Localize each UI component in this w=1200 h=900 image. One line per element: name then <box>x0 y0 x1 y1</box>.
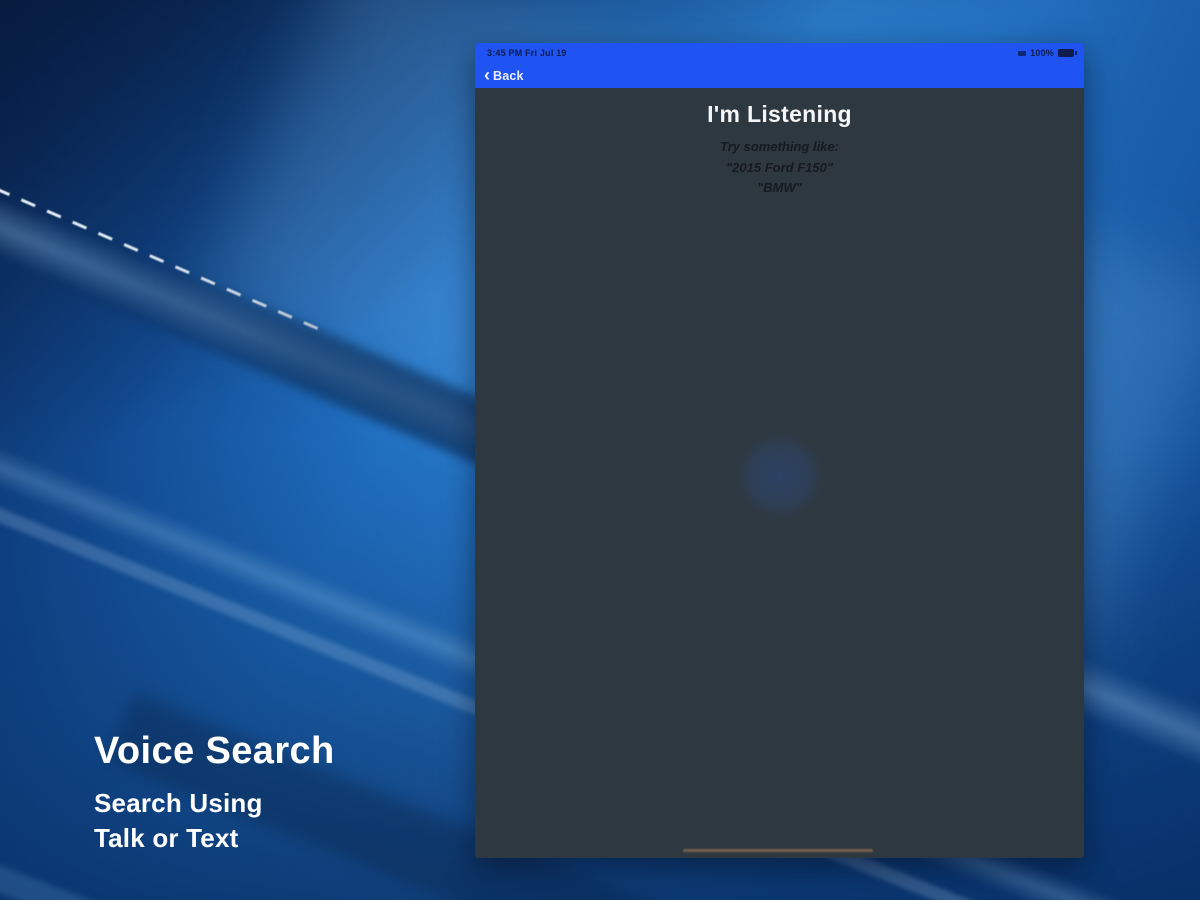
hint-text-block: Try something like: "2015 Ford F150" "BM… <box>475 137 1084 199</box>
back-button-label: Back <box>493 68 524 83</box>
road-dashed-line <box>0 176 329 335</box>
status-bar: 3:45 PM Fri Jul 19 100% <box>475 43 1084 60</box>
status-right-cluster: 100% <box>1018 48 1077 58</box>
tablet-screenshot: 3:45 PM Fri Jul 19 100% ‹ Back I'm Liste… <box>475 43 1084 858</box>
hint-line: Try something like: <box>720 139 839 154</box>
caption-subtitle-line2: Talk or Text <box>94 822 239 853</box>
voice-search-screen: I'm Listening Try something like: "2015 … <box>475 88 1084 858</box>
back-button[interactable]: ‹ Back <box>484 64 524 85</box>
caption-title: Voice Search <box>94 730 335 772</box>
hint-line: "BMW" <box>757 180 802 195</box>
hint-line: "2015 Ford F150" <box>726 159 833 175</box>
mic-pulse-circle <box>737 433 823 519</box>
battery-icon <box>1058 49 1077 57</box>
home-indicator-line <box>683 849 873 852</box>
back-chevron-icon: ‹ <box>484 64 490 85</box>
app-bar: 3:45 PM Fri Jul 19 100% ‹ Back <box>475 43 1084 88</box>
listening-heading: I'm Listening <box>707 101 852 127</box>
promo-canvas: Voice Search Search Using Talk or Text 3… <box>0 0 1200 900</box>
nav-bar: ‹ Back <box>475 60 1084 91</box>
caption-subtitle-line1: Search Using <box>94 787 263 818</box>
status-misc-icon <box>1018 50 1027 56</box>
caption-block: Voice Search Search Using Talk or Text <box>94 730 335 856</box>
status-time-date: 3:45 PM Fri Jul 19 <box>487 48 567 58</box>
battery-percent-label: 100% <box>1030 48 1054 58</box>
